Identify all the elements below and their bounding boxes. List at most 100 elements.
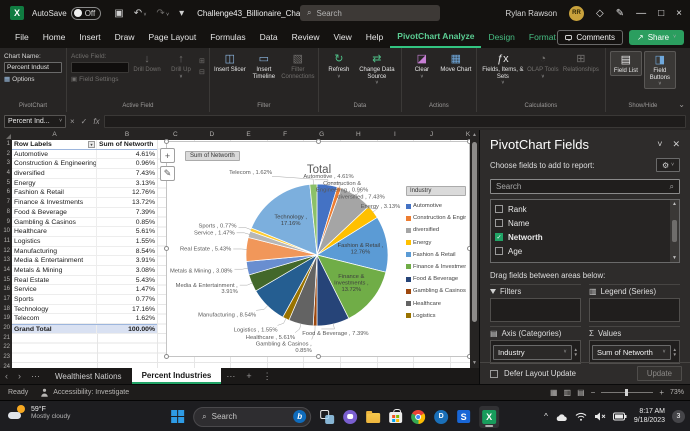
vertical-scrollbar[interactable]: ▲ ▼ (470, 130, 479, 368)
row-header-13[interactable]: 13 (0, 256, 12, 266)
change-data-source-button[interactable]: ⇄Change Data Source˅ (357, 51, 397, 87)
panel-chevron-icon[interactable]: ˅ (657, 139, 662, 150)
pencil-icon[interactable]: ✎ (616, 8, 624, 19)
sheet-more-icon[interactable]: ⋯ (221, 371, 240, 382)
row-header-11[interactable]: 11 (0, 237, 12, 247)
menu-tab-review[interactable]: Review (285, 26, 327, 48)
menu-tab-help[interactable]: Help (359, 26, 390, 48)
menu-tab-data[interactable]: Data (253, 26, 285, 48)
menu-tab-insert[interactable]: Insert (72, 26, 107, 48)
menu-tab-file[interactable]: File (8, 26, 36, 48)
row-header-15[interactable]: 15 (0, 276, 12, 286)
microsoft-store-icon[interactable] (389, 412, 402, 423)
insert-slicer-button[interactable]: ◫Insert Slicer (214, 51, 246, 74)
field-list-button[interactable]: ▤Field List (610, 51, 642, 76)
column-header-D[interactable]: D (194, 130, 231, 140)
chart-legend[interactable]: Industry AutomotiveConstruction & Engine… (406, 186, 466, 325)
pivot-table[interactable]: ▾Row Labels Sum of Networth Automotive4.… (12, 140, 157, 334)
options-button[interactable]: ▦Options (4, 75, 62, 83)
page-break-view-icon[interactable]: ▤ (577, 388, 585, 397)
menu-tab-home[interactable]: Home (36, 26, 73, 48)
autosave-toggle[interactable]: Off (71, 7, 102, 20)
pivot-row[interactable]: Construction & Engineering0.96% (12, 159, 157, 169)
row-header-23[interactable]: 23 (0, 353, 12, 363)
pivot-row[interactable]: Telecom1.62% (12, 314, 157, 324)
row-header-18[interactable]: 18 (0, 305, 12, 315)
onedrive-cloud-icon[interactable] (555, 412, 568, 422)
row-header-22[interactable]: 22 (0, 343, 12, 353)
menu-tab-page-layout[interactable]: Page Layout (142, 26, 204, 48)
menu-tab-pivotchart-analyze[interactable]: PivotChart Analyze (390, 26, 481, 48)
sheet-tab-wealthiest-nations[interactable]: Wealthiest Nations (45, 368, 132, 384)
start-button[interactable] (171, 410, 184, 423)
weather-widget[interactable]: 59°FMostly cloudy (8, 405, 70, 420)
pivot-grand-total-row[interactable]: Grand Total 100.00% (12, 324, 157, 334)
spinner-icons[interactable]: ▲▼ (574, 347, 578, 357)
pivot-row[interactable]: Gambling & Casinos0.85% (12, 218, 157, 228)
values-field-chip[interactable]: Sum of Networth˅ (592, 345, 671, 360)
panel-gear-button[interactable]: ⚙˅ (656, 158, 680, 172)
row-headers[interactable]: 123456789101112131415161718192021222324 (0, 140, 12, 368)
column-header-I[interactable]: I (377, 130, 414, 140)
zoom-slider-thumb[interactable] (625, 389, 628, 396)
pivot-row[interactable]: Fashion & Retail12.76% (12, 188, 157, 198)
field-checkbox[interactable] (495, 247, 503, 255)
chart-handle[interactable] (467, 246, 470, 251)
menu-tab-view[interactable]: View (327, 26, 359, 48)
pivot-row[interactable]: Energy3.13% (12, 179, 157, 189)
field-item-name[interactable]: Name (495, 216, 670, 230)
accessibility-status[interactable]: Accessibility: Investigate (53, 389, 129, 396)
zoom-slider[interactable] (601, 392, 653, 393)
formula-input[interactable] (104, 115, 686, 128)
column-header-E[interactable]: E (230, 130, 267, 140)
column-header-B[interactable]: B (97, 130, 157, 140)
document-title[interactable]: Challenge43_Billionaire_Chart_... (197, 9, 316, 18)
chart-name-input[interactable]: Percent Indust (4, 62, 62, 73)
avatar[interactable]: RR (569, 6, 584, 21)
column-header-J[interactable]: J (413, 130, 450, 140)
chart-styles-button[interactable]: ✎ (160, 166, 175, 181)
dell-app-icon[interactable]: D (434, 410, 448, 424)
pivot-row[interactable]: Food & Beverage7.39% (12, 208, 157, 218)
zoom-level[interactable]: 73% (670, 389, 684, 396)
collapse-ribbon-icon[interactable]: ⌄ (678, 100, 685, 109)
clock[interactable]: 8:17 AM9/18/2023 (634, 408, 665, 425)
column-header-H[interactable]: H (340, 130, 377, 140)
chat-app-icon[interactable] (343, 410, 357, 424)
sheet-grid[interactable]: ABCDEFGHIJK 1234567891011121314151617181… (0, 130, 470, 368)
restore-button[interactable]: □ (658, 8, 664, 19)
chart-handle[interactable] (164, 139, 169, 144)
field-checkbox[interactable] (495, 205, 503, 213)
sheet-nav-left-icon[interactable]: ‹ (0, 371, 13, 381)
pivot-row[interactable]: Sports0.77% (12, 295, 157, 305)
cancel-icon[interactable]: × (70, 117, 75, 126)
menu-tab-draw[interactable]: Draw (108, 26, 142, 48)
row-header-20[interactable]: 20 (0, 324, 12, 334)
field-item-age[interactable]: Age (495, 244, 670, 258)
excel-taskbar-slot[interactable]: X (479, 406, 499, 428)
field-checkbox[interactable] (495, 219, 503, 227)
sheet-menu-icon[interactable]: ⋮ (258, 371, 277, 382)
pivot-row[interactable]: Manufacturing8.54% (12, 247, 157, 257)
field-item-rank[interactable]: Rank (495, 202, 670, 216)
chart-elements-button[interactable]: + (160, 148, 175, 163)
undo-icon[interactable]: ↶ ˅ (134, 8, 147, 19)
task-view-button[interactable] (320, 410, 334, 424)
chart-handle[interactable] (467, 139, 470, 144)
minimize-button[interactable]: — (636, 8, 646, 19)
column-header-K[interactable]: K (450, 130, 470, 140)
column-header-F[interactable]: F (267, 130, 304, 140)
row-header-4[interactable]: 4 (0, 169, 12, 179)
normal-view-icon[interactable]: ▦ (550, 388, 558, 397)
row-header-12[interactable]: 12 (0, 247, 12, 257)
panel-close-icon[interactable]: ✕ (672, 139, 680, 150)
values-area-box[interactable]: Sum of Networth˅ ▲▼ (589, 340, 680, 364)
volume-muted-icon[interactable] (594, 412, 606, 421)
legend-area-box[interactable] (589, 298, 680, 322)
chart-title[interactable]: Total (307, 164, 331, 176)
scroll-up-icon[interactable]: ▲ (472, 130, 477, 140)
menu-tab-formulas[interactable]: Formulas (203, 26, 252, 48)
refresh-button[interactable]: ↻Refresh˅ (323, 51, 355, 80)
user-name[interactable]: Rylan Rawson (505, 9, 557, 18)
pivot-row[interactable]: Media & Entertainment3.91% (12, 256, 157, 266)
